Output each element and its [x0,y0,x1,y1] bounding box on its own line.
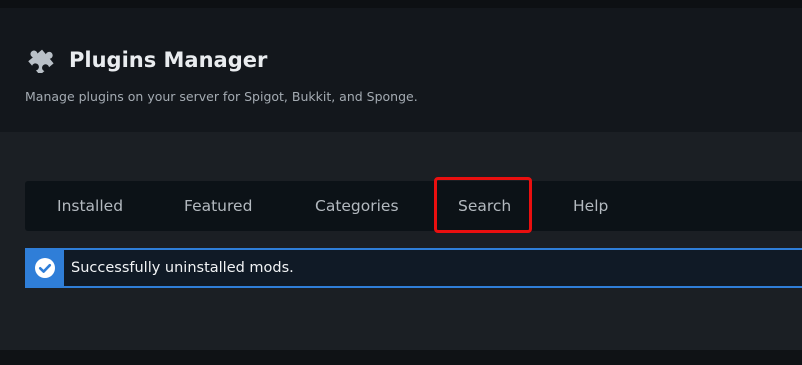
bottom-bar [0,350,802,365]
check-circle-icon [35,258,55,278]
page-title: Plugins Manager [69,48,268,72]
tab-featured[interactable]: Featured [184,181,252,231]
alert-icon-container [25,248,64,288]
tab-categories[interactable]: Categories [315,181,399,231]
tab-bar: Installed Featured Categories Search Hel… [25,181,802,231]
success-alert: Successfully uninstalled mods. [25,248,802,288]
tab-installed[interactable]: Installed [57,181,123,231]
page-header: Plugins Manager Manage plugins on your s… [0,8,802,132]
top-bar [0,0,802,8]
tab-help[interactable]: Help [573,181,608,231]
content-area [0,132,802,350]
search-tab-highlight [434,177,532,233]
page-subtitle: Manage plugins on your server for Spigot… [25,89,418,104]
alert-message: Successfully uninstalled mods. [71,260,294,276]
puzzle-piece-icon [28,49,54,73]
